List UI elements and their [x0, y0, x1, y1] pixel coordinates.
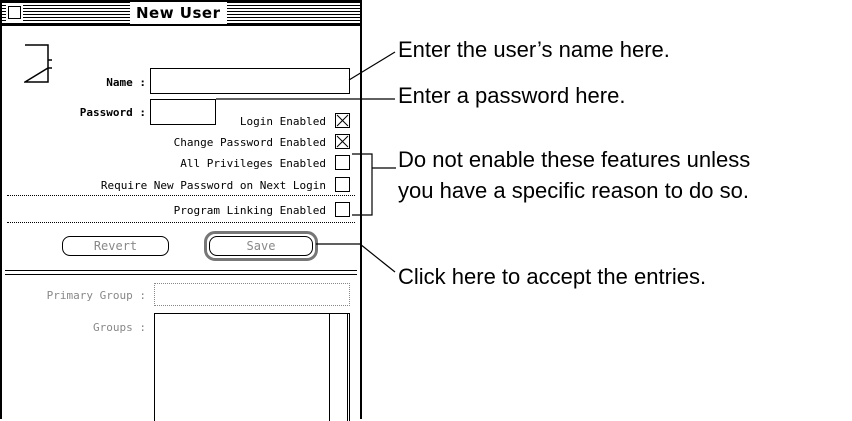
callout-features-line1: Do not enable these features unless	[398, 147, 751, 172]
leader-features-bracket	[352, 153, 396, 216]
callout-name: Enter the user’s name here.	[398, 37, 670, 62]
callout-features-line2: you have a specific reason to do so.	[398, 178, 749, 203]
callout-save: Click here to accept the entries.	[398, 264, 707, 289]
leader-save-diag	[359, 243, 396, 273]
leader-name	[348, 51, 396, 81]
callout-password: Enter a password here.	[398, 83, 626, 108]
